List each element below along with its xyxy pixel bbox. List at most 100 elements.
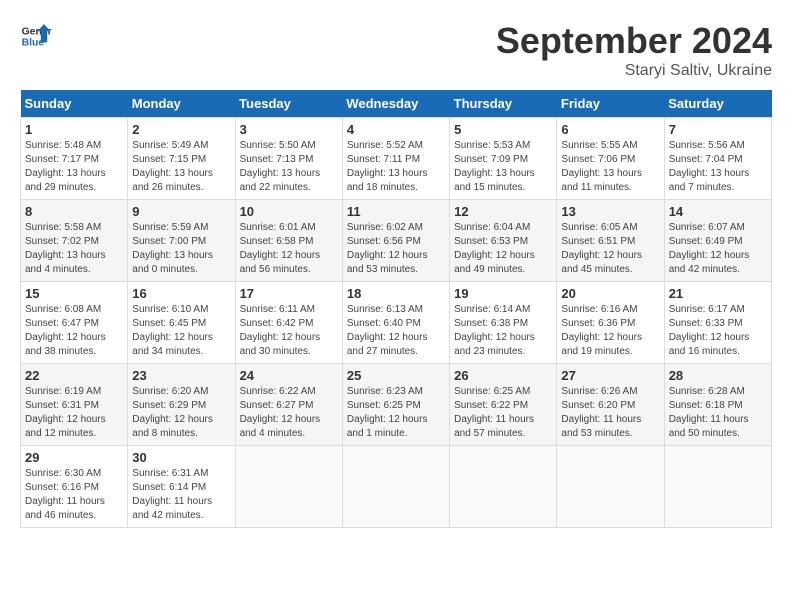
day-number: 28	[669, 368, 767, 383]
day-number: 10	[240, 204, 338, 219]
day-number: 29	[25, 450, 123, 465]
col-header-wednesday: Wednesday	[342, 90, 449, 118]
col-header-tuesday: Tuesday	[235, 90, 342, 118]
calendar-cell: 20Sunrise: 6:16 AM Sunset: 6:36 PM Dayli…	[557, 282, 664, 364]
day-info: Sunrise: 6:13 AM Sunset: 6:40 PM Dayligh…	[347, 303, 445, 359]
header-row: SundayMondayTuesdayWednesdayThursdayFrid…	[21, 90, 772, 118]
day-number: 30	[132, 450, 230, 465]
page-header: General Blue September 2024 Staryi Salti…	[20, 20, 772, 80]
day-info: Sunrise: 5:48 AM Sunset: 7:17 PM Dayligh…	[25, 139, 123, 195]
month-title: September 2024	[496, 20, 772, 62]
day-number: 18	[347, 286, 445, 301]
col-header-sunday: Sunday	[21, 90, 128, 118]
day-info: Sunrise: 5:58 AM Sunset: 7:02 PM Dayligh…	[25, 221, 123, 277]
day-number: 9	[132, 204, 230, 219]
day-info: Sunrise: 5:50 AM Sunset: 7:13 PM Dayligh…	[240, 139, 338, 195]
day-info: Sunrise: 6:05 AM Sunset: 6:51 PM Dayligh…	[561, 221, 659, 277]
calendar-cell	[664, 446, 771, 528]
calendar-cell: 18 Sunrise: 6:13 AM Sunset: 6:40 PM Dayli…	[342, 282, 449, 364]
calendar-cell: 5Sunrise: 5:53 AM Sunset: 7:09 PM Daylig…	[450, 118, 557, 200]
col-header-friday: Friday	[557, 90, 664, 118]
day-info: Sunrise: 6:22 AM Sunset: 6:27 PM Dayligh…	[240, 385, 338, 441]
calendar-cell: 13Sunrise: 6:05 AM Sunset: 6:51 PM Dayli…	[557, 200, 664, 282]
calendar-cell: 3 Sunrise: 5:50 AM Sunset: 7:13 PM Daylig…	[235, 118, 342, 200]
day-info: Sunrise: 6:04 AM Sunset: 6:53 PM Dayligh…	[454, 221, 552, 277]
calendar-cell: 9 Sunrise: 5:59 AM Sunset: 7:00 PM Daylig…	[128, 200, 235, 282]
calendar-cell: 21 Sunrise: 6:17 AM Sunset: 6:33 PM Dayli…	[664, 282, 771, 364]
calendar-cell: 26 Sunrise: 6:25 AM Sunset: 6:22 PM Dayli…	[450, 364, 557, 446]
day-info: Sunrise: 6:10 AM Sunset: 6:45 PM Dayligh…	[132, 303, 230, 359]
calendar-cell: 24 Sunrise: 6:22 AM Sunset: 6:27 PM Dayli…	[235, 364, 342, 446]
day-number: 6	[561, 122, 659, 137]
day-number: 8	[25, 204, 123, 219]
location: Staryi Saltiv, Ukraine	[496, 62, 772, 80]
day-number: 24	[240, 368, 338, 383]
calendar-cell: 6Sunrise: 5:55 AM Sunset: 7:06 PM Daylig…	[557, 118, 664, 200]
day-number: 15	[25, 286, 123, 301]
calendar-cell: 11 Sunrise: 6:02 AM Sunset: 6:56 PM Dayli…	[342, 200, 449, 282]
day-number: 14	[669, 204, 767, 219]
calendar-cell: 29Sunrise: 6:30 AM Sunset: 6:16 PM Dayli…	[21, 446, 128, 528]
day-info: Sunrise: 6:14 AM Sunset: 6:38 PM Dayligh…	[454, 303, 552, 359]
calendar-cell	[557, 446, 664, 528]
day-number: 25	[347, 368, 445, 383]
calendar-row: 1 Sunrise: 5:48 AM Sunset: 7:17 PM Daylig…	[21, 118, 772, 200]
calendar-cell: 25Sunrise: 6:23 AM Sunset: 6:25 PM Dayli…	[342, 364, 449, 446]
day-info: Sunrise: 6:26 AM Sunset: 6:20 PM Dayligh…	[561, 385, 659, 441]
day-info: Sunrise: 5:56 AM Sunset: 7:04 PM Dayligh…	[669, 139, 767, 195]
day-info: Sunrise: 6:07 AM Sunset: 6:49 PM Dayligh…	[669, 221, 767, 277]
calendar-cell: 1 Sunrise: 5:48 AM Sunset: 7:17 PM Daylig…	[21, 118, 128, 200]
calendar-cell: 17Sunrise: 6:11 AM Sunset: 6:42 PM Dayli…	[235, 282, 342, 364]
day-number: 17	[240, 286, 338, 301]
calendar-row: 29Sunrise: 6:30 AM Sunset: 6:16 PM Dayli…	[21, 446, 772, 528]
day-number: 12	[454, 204, 552, 219]
day-number: 4	[347, 122, 445, 137]
title-block: September 2024 Staryi Saltiv, Ukraine	[496, 20, 772, 80]
calendar-cell: 22 Sunrise: 6:19 AM Sunset: 6:31 PM Dayli…	[21, 364, 128, 446]
logo-icon: General Blue	[20, 20, 52, 52]
day-number: 16	[132, 286, 230, 301]
day-number: 5	[454, 122, 552, 137]
day-number: 26	[454, 368, 552, 383]
day-info: Sunrise: 6:17 AM Sunset: 6:33 PM Dayligh…	[669, 303, 767, 359]
calendar-row: 22 Sunrise: 6:19 AM Sunset: 6:31 PM Dayli…	[21, 364, 772, 446]
calendar-cell: 27 Sunrise: 6:26 AM Sunset: 6:20 PM Dayli…	[557, 364, 664, 446]
calendar-cell	[342, 446, 449, 528]
calendar-cell: 28 Sunrise: 6:28 AM Sunset: 6:18 PM Dayli…	[664, 364, 771, 446]
day-info: Sunrise: 6:20 AM Sunset: 6:29 PM Dayligh…	[132, 385, 230, 441]
calendar-cell: 8 Sunrise: 5:58 AM Sunset: 7:02 PM Daylig…	[21, 200, 128, 282]
calendar-cell: 19 Sunrise: 6:14 AM Sunset: 6:38 PM Dayli…	[450, 282, 557, 364]
calendar-cell: 7Sunrise: 5:56 AM Sunset: 7:04 PM Daylig…	[664, 118, 771, 200]
day-info: Sunrise: 6:01 AM Sunset: 6:58 PM Dayligh…	[240, 221, 338, 277]
day-number: 21	[669, 286, 767, 301]
calendar-cell: 16 Sunrise: 6:10 AM Sunset: 6:45 PM Dayli…	[128, 282, 235, 364]
calendar-cell: 10 Sunrise: 6:01 AM Sunset: 6:58 PM Dayli…	[235, 200, 342, 282]
calendar-cell: 2 Sunrise: 5:49 AM Sunset: 7:15 PM Daylig…	[128, 118, 235, 200]
day-info: Sunrise: 5:59 AM Sunset: 7:00 PM Dayligh…	[132, 221, 230, 277]
col-header-saturday: Saturday	[664, 90, 771, 118]
calendar-cell: 30 Sunrise: 6:31 AM Sunset: 6:14 PM Dayli…	[128, 446, 235, 528]
day-info: Sunrise: 6:16 AM Sunset: 6:36 PM Dayligh…	[561, 303, 659, 359]
day-number: 19	[454, 286, 552, 301]
day-number: 27	[561, 368, 659, 383]
day-info: Sunrise: 6:31 AM Sunset: 6:14 PM Dayligh…	[132, 467, 230, 523]
col-header-monday: Monday	[128, 90, 235, 118]
day-info: Sunrise: 6:25 AM Sunset: 6:22 PM Dayligh…	[454, 385, 552, 441]
day-number: 11	[347, 204, 445, 219]
calendar-cell	[450, 446, 557, 528]
calendar-cell: 15Sunrise: 6:08 AM Sunset: 6:47 PM Dayli…	[21, 282, 128, 364]
calendar-table: SundayMondayTuesdayWednesdayThursdayFrid…	[20, 90, 772, 528]
logo: General Blue	[20, 20, 52, 52]
day-info: Sunrise: 5:52 AM Sunset: 7:11 PM Dayligh…	[347, 139, 445, 195]
col-header-thursday: Thursday	[450, 90, 557, 118]
day-info: Sunrise: 6:28 AM Sunset: 6:18 PM Dayligh…	[669, 385, 767, 441]
calendar-row: 15Sunrise: 6:08 AM Sunset: 6:47 PM Dayli…	[21, 282, 772, 364]
day-number: 1	[25, 122, 123, 137]
day-info: Sunrise: 5:49 AM Sunset: 7:15 PM Dayligh…	[132, 139, 230, 195]
day-number: 3	[240, 122, 338, 137]
day-info: Sunrise: 6:02 AM Sunset: 6:56 PM Dayligh…	[347, 221, 445, 277]
day-number: 23	[132, 368, 230, 383]
day-number: 2	[132, 122, 230, 137]
day-info: Sunrise: 6:19 AM Sunset: 6:31 PM Dayligh…	[25, 385, 123, 441]
day-number: 22	[25, 368, 123, 383]
